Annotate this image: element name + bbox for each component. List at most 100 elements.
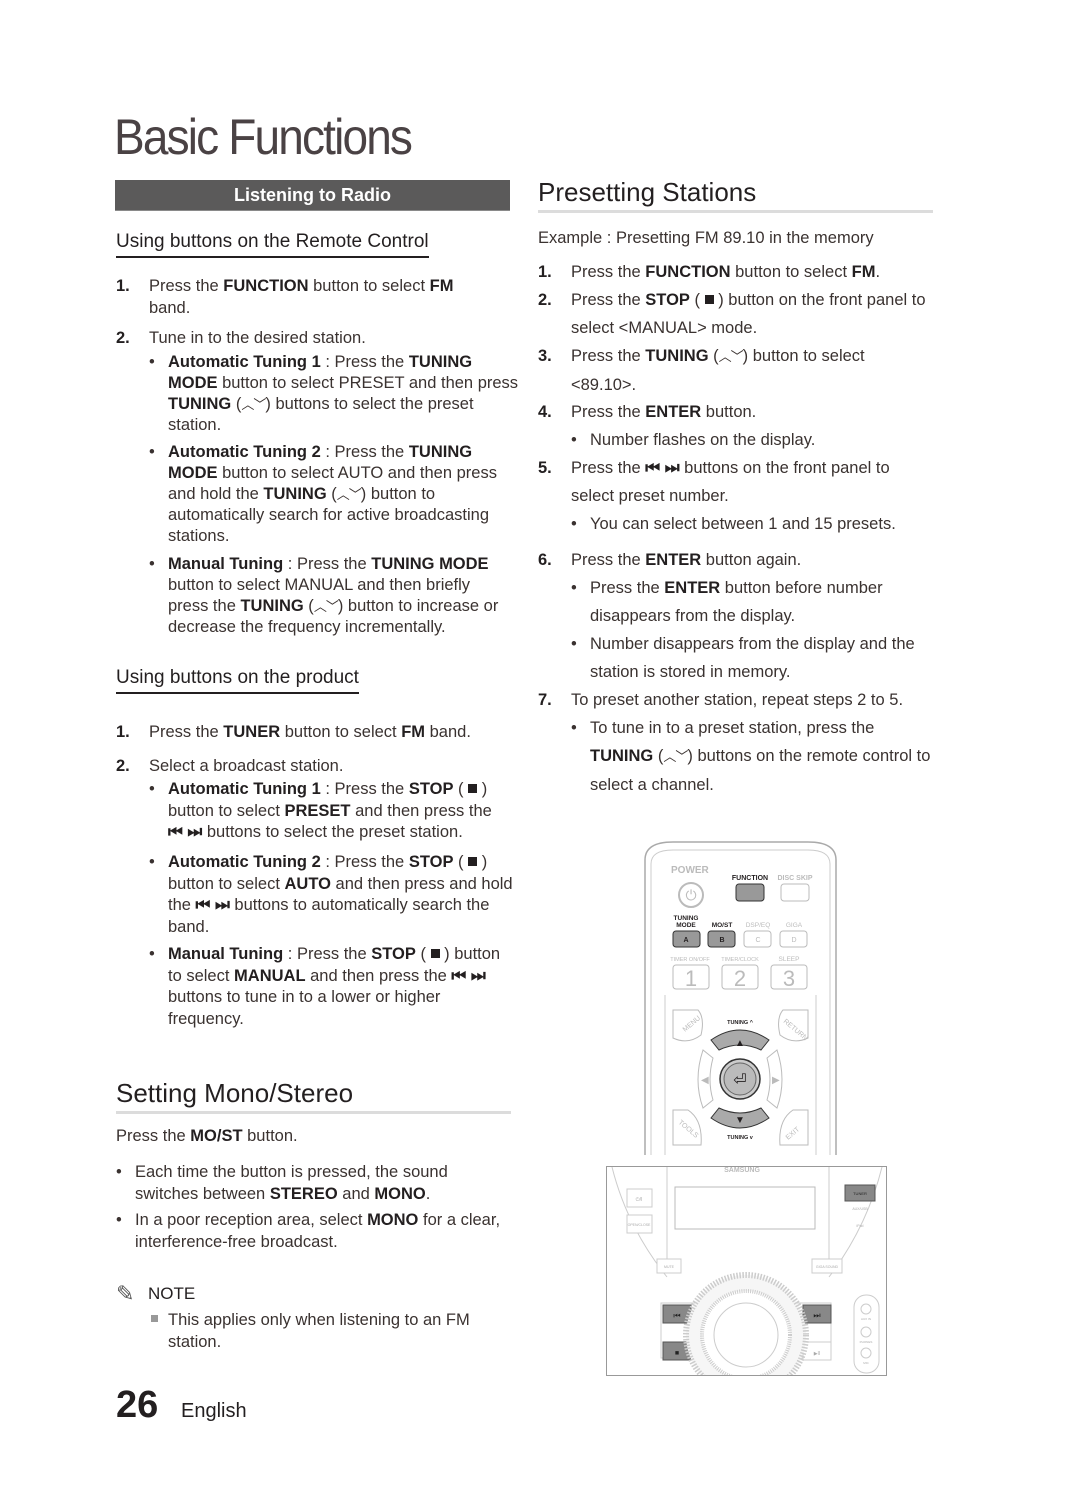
preset-bullet: • Press the ENTER button before number dis… — [571, 574, 883, 630]
aux-usb-button[interactable]: AUX/USB — [852, 1207, 868, 1211]
product-step: 2. Select a broadcast station. — [116, 755, 343, 777]
item-text: To preset another station, repeat steps … — [571, 691, 904, 709]
item-text: In a poor reception area, select MONO fo… — [135, 1211, 501, 1251]
item-text: Press the TUNER button to select FM band… — [149, 723, 471, 741]
svg-text:D: D — [791, 937, 796, 944]
function-button[interactable] — [735, 883, 765, 902]
svg-text:▼: ▼ — [735, 1115, 745, 1126]
svg-text:MUTE: MUTE — [664, 1265, 675, 1269]
tuning-mode-label: TUNING — [674, 915, 699, 922]
item-text: Press the TUNING (︿﹀) button to select <8… — [571, 347, 865, 394]
preset-step: 1. Press the FUNCTION button to select FM… — [538, 258, 880, 286]
remote-bullet: • Automatic Tuning 1 : Press the TUNING MO… — [149, 352, 518, 436]
subheading-product: Using buttons on the product — [116, 667, 359, 694]
most-label: MO/ST — [712, 922, 733, 929]
bullet-icon: • — [149, 945, 155, 963]
svg-text:▶II: ▶II — [814, 1351, 821, 1357]
step-number: 1. — [538, 263, 552, 281]
item-text: Press the STOP ( ) button on the front p… — [571, 291, 926, 337]
page-title: Basic Functions — [114, 109, 413, 165]
step-number: 1. — [116, 277, 130, 295]
item-text: Manual Tuning : Press the STOP ( ) butto… — [168, 945, 501, 1028]
item-text: Press the ⏮ ⏭ buttons on the front panel… — [571, 459, 890, 505]
power-icon: ⏻ — [685, 887, 696, 903]
disc-skip-button[interactable] — [780, 883, 810, 902]
heading-presetting-stations: Presetting Stations — [538, 177, 933, 213]
preset-bullet: • You can select between 1 and 15 presets… — [571, 510, 896, 538]
product-step: 1. Press the TUNER button to select FM ba… — [116, 721, 471, 743]
remote-control-illustration: POWER ⏻ FUNCTION DISC SKIP TUNING MODE A… — [644, 841, 837, 1155]
svg-text:TUNER: TUNER — [853, 1191, 867, 1196]
aux-in-jack[interactable] — [860, 1303, 872, 1315]
pencil-note-icon: ✎ — [116, 1281, 135, 1306]
preset-bullet: • To tune in to a preset station, press t… — [571, 714, 930, 799]
item-text: Number flashes on the display. — [590, 431, 816, 449]
bullet-icon: • — [116, 1211, 122, 1229]
mic-jack[interactable] — [860, 1347, 872, 1359]
phones-jack[interactable] — [860, 1326, 872, 1338]
item-text: Press the ENTER button. — [571, 403, 757, 421]
item-text: Manual Tuning : Press the TUNING MODE but… — [168, 555, 499, 636]
step-number: 4. — [538, 403, 552, 421]
svg-text:⏮: ⏮ — [673, 1311, 680, 1320]
item-text: Automatic Tuning 1 : Press the TUNING MOD… — [168, 353, 519, 434]
bullet-icon: • — [571, 515, 577, 533]
mono-bullet: • Each time the button is pressed, the so… — [116, 1161, 448, 1205]
sleep-label: SLEEP — [779, 956, 800, 963]
bullet-icon: • — [149, 555, 155, 573]
step-number: 2. — [116, 757, 130, 775]
remote-bullet: • Manual Tuning : Press the TUNING MODE bu… — [149, 554, 498, 638]
preset-step: 4. Press the ENTER button. — [538, 398, 756, 426]
mono-bullet: • In a poor reception area, select MONO f… — [116, 1209, 500, 1253]
item-text: Automatic Tuning 1 : Press the STOP ( ) b… — [168, 780, 492, 841]
item-text: Press the FUNCTION button to select FM. — [571, 263, 881, 281]
svg-text:MODE: MODE — [676, 922, 696, 929]
bullet-icon: • — [149, 780, 155, 798]
svg-text:MIC: MIC — [863, 1361, 869, 1365]
heading-setting-mono-stereo: Setting Mono/Stereo — [116, 1078, 511, 1114]
bullet-icon: • — [571, 719, 577, 737]
preset-step: 3. Press the TUNING (︿﹀) button to select… — [538, 342, 865, 399]
display-window — [674, 1186, 816, 1230]
item-text: Number disappears from the display and t… — [590, 635, 915, 681]
bullet-icon: • — [149, 443, 155, 461]
preset-step: 2. Press the STOP ( ) button on the front… — [538, 286, 926, 342]
disc-skip-label: DISC SKIP — [777, 875, 812, 882]
step-number: 7. — [538, 691, 552, 709]
bullet-icon: • — [149, 353, 155, 371]
preset-step: 5. Press the ⏮ ⏭ buttons on the front pan… — [538, 454, 890, 510]
svg-text:◀: ◀ — [701, 1075, 709, 1086]
svg-text:B: B — [719, 937, 724, 944]
preset-bullet: • Number disappears from the display and … — [571, 630, 915, 686]
item-text: Automatic Tuning 2 : Press the TUNING MOD… — [168, 443, 497, 545]
brand-logo: SAMSUNG — [724, 1167, 760, 1174]
bullet-icon: • — [149, 853, 155, 871]
svg-text:1: 1 — [685, 966, 697, 991]
svg-text:3: 3 — [783, 966, 795, 991]
svg-text:⏻/I: ⏻/I — [636, 1197, 643, 1203]
remote-power-label: POWER — [671, 865, 710, 876]
note-label: NOTE — [148, 1284, 196, 1303]
ipod-button[interactable]: iPod — [856, 1224, 863, 1228]
note-text: This applies only when listening to an F… — [168, 1309, 470, 1353]
svg-text:⏭: ⏭ — [813, 1311, 820, 1320]
step-number: 6. — [538, 551, 552, 569]
bullet-icon: • — [571, 635, 577, 653]
page-number: 26 — [116, 1384, 159, 1426]
item-text: You can select between 1 and 15 presets. — [590, 515, 896, 533]
remote-step: 1. Press the FUNCTION button to select FM… — [116, 275, 453, 319]
item-text: Automatic Tuning 2 : Press the STOP ( ) b… — [168, 853, 513, 936]
page-language: English — [181, 1400, 247, 1422]
svg-text:▲: ▲ — [735, 1038, 745, 1049]
tuning-up-label: TUNING ^ — [727, 1020, 754, 1026]
item-text: Press the ENTER button again. — [571, 551, 802, 569]
item-text: Select a broadcast station. — [149, 757, 344, 775]
presetting-example: Example : Presetting FM 89.10 in the mem… — [538, 229, 874, 247]
product-bullet: • Automatic Tuning 1 : Press the STOP ( )… — [149, 779, 492, 844]
bullet-icon: • — [116, 1163, 122, 1181]
preset-bullet: • Number flashes on the display. — [571, 426, 815, 454]
bullet-icon: • — [571, 431, 577, 449]
svg-text:AUX IN: AUX IN — [861, 1317, 871, 1321]
remote-step: 2. Tune in to the desired station. — [116, 327, 366, 349]
svg-text:PHONES: PHONES — [860, 1340, 873, 1344]
